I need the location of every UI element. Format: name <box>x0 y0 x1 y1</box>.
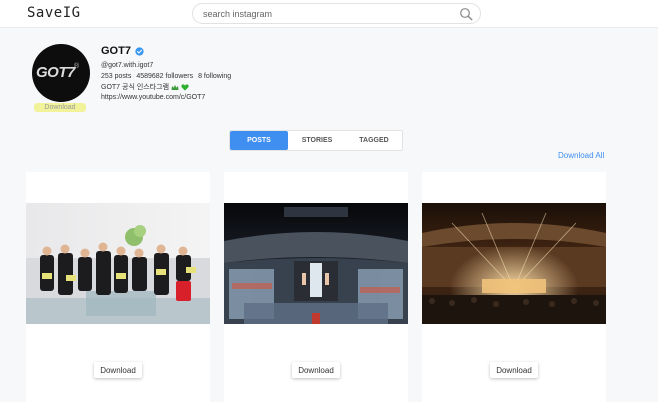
tab-stories[interactable]: STORIES <box>288 131 346 150</box>
post-download-button[interactable]: Download <box>490 362 538 378</box>
post-download-button[interactable]: Download <box>292 362 340 378</box>
concert-stage-image <box>224 203 408 324</box>
top-bar: SaveIG <box>0 0 658 28</box>
profile-handle: @got7.with.igot7 <box>101 62 154 69</box>
concert-hall-image <box>422 203 606 324</box>
bio-text: GOT7 공식 인스타그램 <box>101 84 170 91</box>
profile-name: GOT7 <box>101 45 131 57</box>
crown-emoji-icon <box>171 84 179 90</box>
verified-badge-icon <box>135 46 144 56</box>
tab-tagged[interactable]: TAGGED <box>346 131 402 150</box>
avatar-logo-text: GOT7 <box>36 64 75 81</box>
profile-stats: 253 posts 4589682 followers 8 following <box>101 73 234 80</box>
search-icon[interactable] <box>459 7 473 21</box>
post-card: Download <box>422 172 606 402</box>
profile-link[interactable]: https://www.youtube.com/c/GOT7 <box>101 94 205 101</box>
search-input[interactable] <box>203 6 443 22</box>
download-all-link[interactable]: Download All <box>558 151 604 160</box>
post-card: Download <box>224 172 408 402</box>
post-photo[interactable] <box>224 203 408 324</box>
followers-count: 4589682 followers <box>136 73 194 80</box>
post-card: Download <box>26 172 210 402</box>
post-download-button[interactable]: Download <box>94 362 142 378</box>
search-box[interactable] <box>192 3 481 24</box>
posts-count: 253 posts <box>101 73 132 80</box>
tab-posts[interactable]: POSTS <box>230 131 288 150</box>
following-count: 8 following <box>198 73 232 80</box>
post-photo[interactable] <box>422 203 606 324</box>
avatar-download-button[interactable]: Download <box>34 103 86 112</box>
profile-bio: GOT7 공식 인스타그램 <box>101 82 189 92</box>
app-logo[interactable]: SaveIG <box>27 5 81 21</box>
registered-mark-icon: ® <box>74 63 80 70</box>
profile-info: GOT7 @got7.with.igot7 253 posts 4589682 … <box>101 44 231 101</box>
avatar: GOT7 ® <box>32 44 90 102</box>
green-heart-emoji-icon <box>181 83 189 91</box>
group-photo-image <box>26 203 210 324</box>
profile-tabs: POSTS STORIES TAGGED <box>229 130 403 151</box>
post-photo[interactable] <box>26 203 210 324</box>
